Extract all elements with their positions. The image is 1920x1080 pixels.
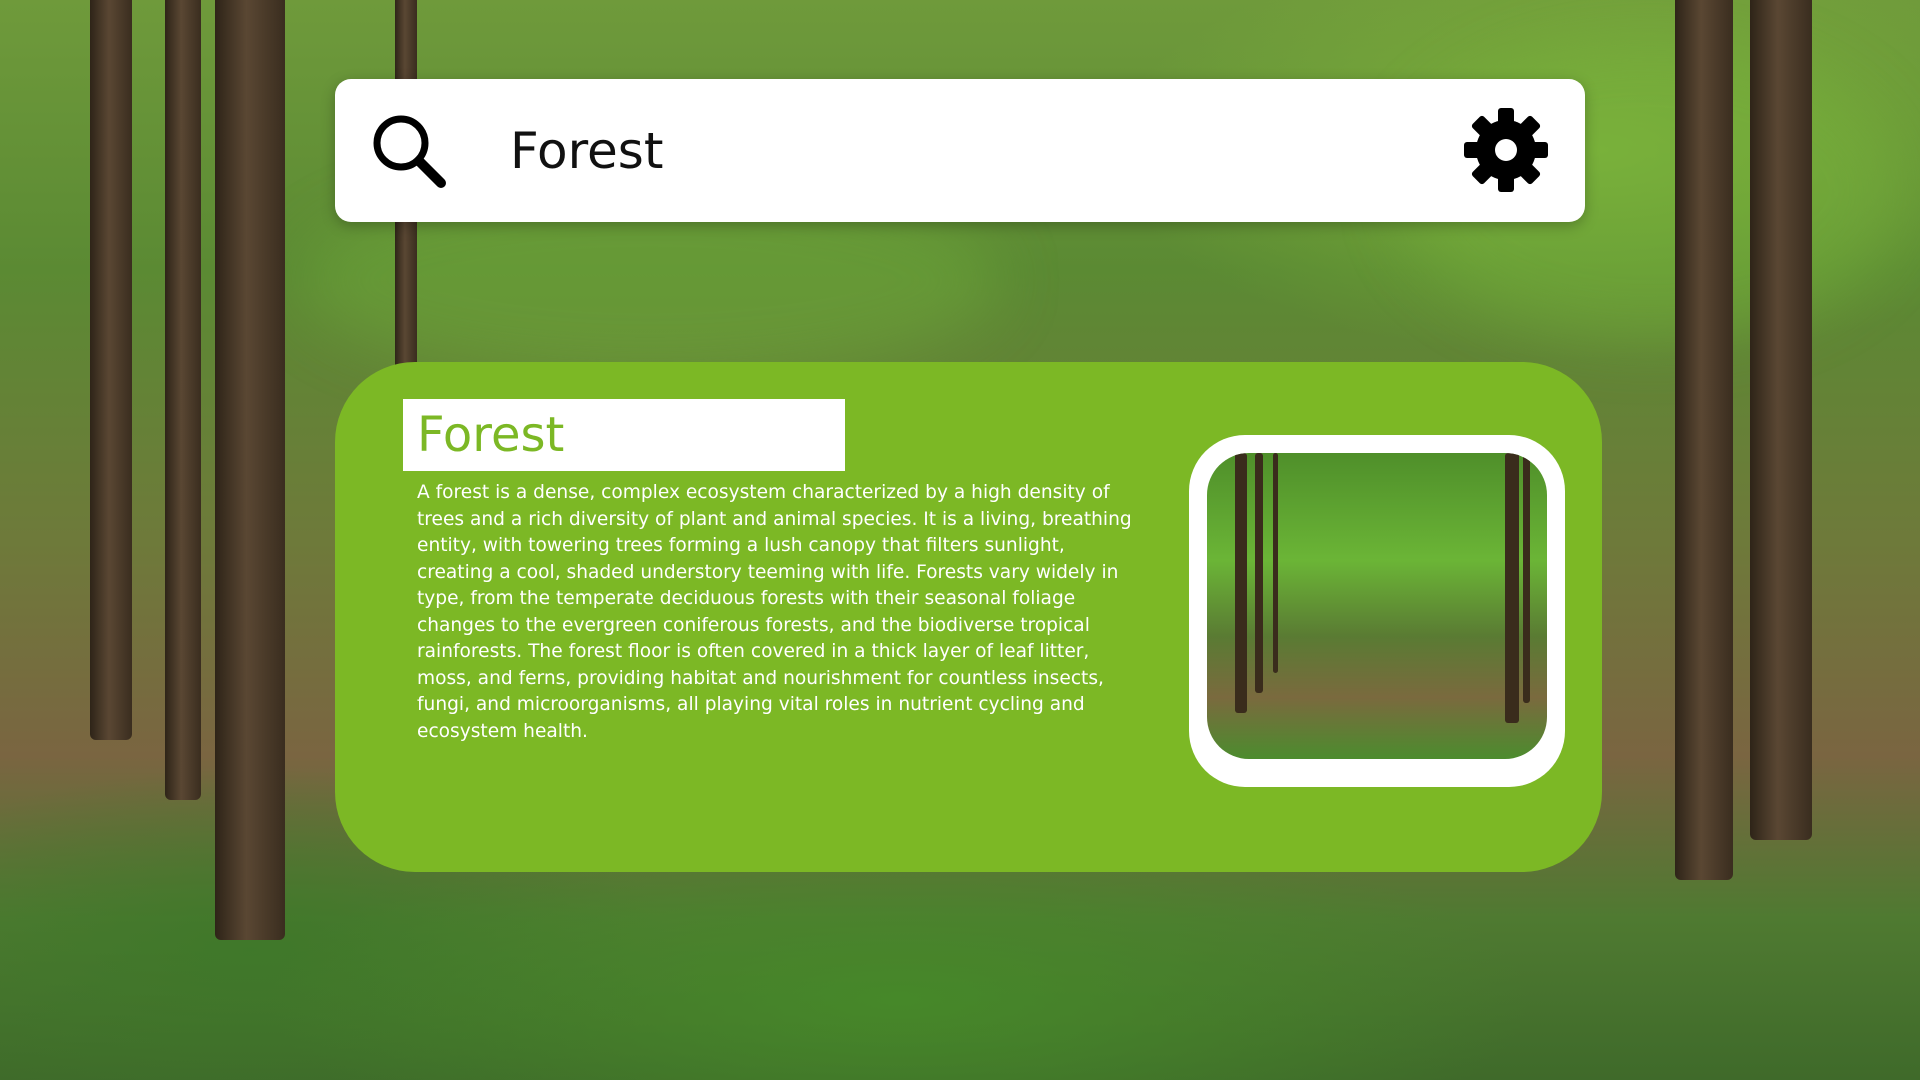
card-image-frame: [1189, 435, 1565, 787]
photo-tree-trunk: [1235, 453, 1247, 713]
search-icon[interactable]: [367, 109, 451, 193]
background-tree-trunk: [1675, 0, 1733, 880]
photo-tree-trunk: [1273, 453, 1278, 673]
background-tree-trunk: [165, 0, 201, 800]
search-input[interactable]: [510, 109, 1390, 193]
background-tree-trunk: [215, 0, 285, 940]
card-title-box: Forest: [403, 399, 845, 471]
gear-icon[interactable]: [1463, 107, 1549, 193]
card-title: Forest: [417, 407, 565, 463]
photo-tree-trunk: [1523, 453, 1530, 703]
card-description: A forest is a dense, complex ecosystem c…: [417, 482, 1132, 742]
search-bar: [335, 79, 1585, 222]
background-tree-trunk: [1750, 0, 1812, 840]
photo-tree-trunk: [1505, 453, 1519, 723]
forest-background: Forest A forest is a dense, complex ecos…: [0, 0, 1920, 1080]
background-tree-trunk: [90, 0, 132, 740]
photo-tree-trunk: [1255, 453, 1263, 693]
info-card: Forest A forest is a dense, complex ecos…: [335, 362, 1602, 872]
forest-photo: [1207, 453, 1547, 759]
